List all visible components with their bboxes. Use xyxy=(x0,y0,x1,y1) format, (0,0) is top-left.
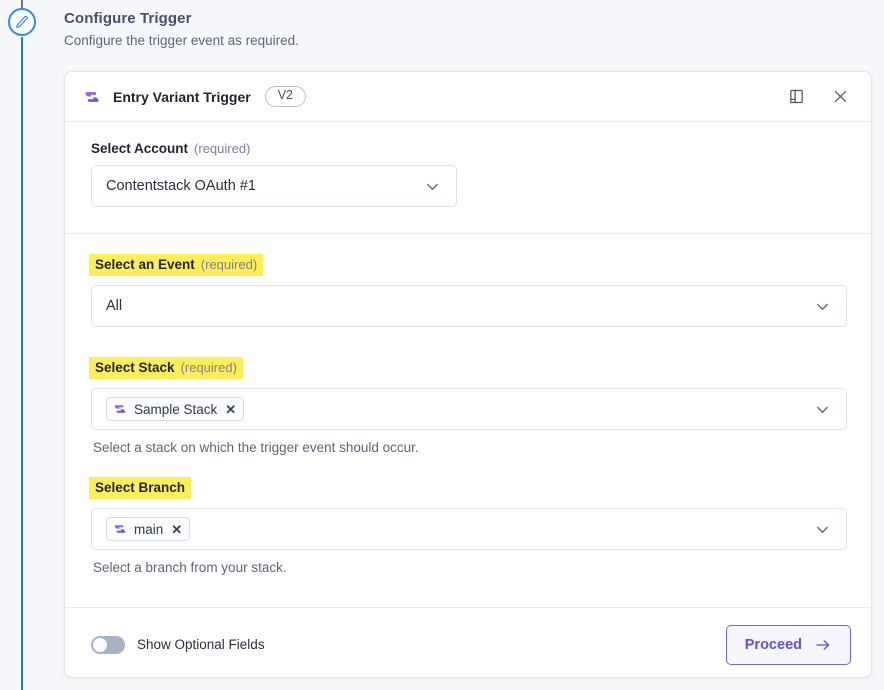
card-title: Entry Variant Trigger xyxy=(113,88,251,105)
timeline-step-node[interactable] xyxy=(8,8,36,36)
chevron-down-icon xyxy=(423,177,442,196)
select-account-value: Contentstack OAuth #1 xyxy=(106,178,256,194)
chevron-down-icon xyxy=(813,520,832,539)
contentstack-logo-icon xyxy=(114,405,126,413)
field-gap xyxy=(91,331,847,357)
select-stack-value: Sample Stack ✕ xyxy=(106,397,813,421)
select-event-field: Select an Event (required) All xyxy=(89,254,847,327)
trigger-config-card: Entry Variant Trigger V2 Select Account (… xyxy=(64,71,872,678)
page-heading-block: Configure Trigger Configure the trigger … xyxy=(64,10,299,48)
branch-chip-remove-icon[interactable]: ✕ xyxy=(171,523,182,536)
documentation-button[interactable] xyxy=(781,82,811,112)
contentstack-logo-icon xyxy=(114,525,126,533)
select-account-label: Select Account xyxy=(91,141,189,156)
branch-chip-label: main xyxy=(134,521,164,537)
select-event-label: Select an Event (required) xyxy=(89,254,264,276)
rail-line-below xyxy=(21,37,23,690)
page-title: Configure Trigger xyxy=(64,10,192,27)
page-subtitle: Configure the trigger event as required. xyxy=(64,33,299,48)
select-branch-value: main ✕ xyxy=(106,517,813,541)
branch-chip[interactable]: main ✕ xyxy=(106,517,191,541)
close-button[interactable] xyxy=(825,82,855,112)
contentstack-logo-icon xyxy=(85,91,99,102)
card-header: Entry Variant Trigger V2 xyxy=(65,72,871,122)
toggle-knob xyxy=(93,637,107,652)
select-account-dropdown[interactable]: Contentstack OAuth #1 xyxy=(91,165,457,207)
select-stack-label-text: Select Stack xyxy=(95,360,175,375)
select-event-dropdown[interactable]: All xyxy=(91,285,847,327)
select-stack-dropdown[interactable]: Sample Stack ✕ xyxy=(91,388,847,430)
show-optional-fields-toggle[interactable] xyxy=(91,635,125,654)
chevron-down-icon xyxy=(813,297,832,316)
card-footer: Show Optional Fields Proceed xyxy=(65,607,871,677)
select-stack-required-text: (required) xyxy=(180,360,237,375)
select-event-label-text: Select an Event xyxy=(95,257,195,272)
select-branch-label: Select Branch xyxy=(89,477,192,499)
show-optional-fields-label: Show Optional Fields xyxy=(137,637,265,652)
timeline-rail xyxy=(0,0,44,690)
select-stack-field: Select Stack (required) Sample Stack ✕ S… xyxy=(89,357,847,455)
book-icon xyxy=(789,89,803,104)
select-branch-helper-text: Select a branch from your stack. xyxy=(93,560,287,575)
select-event-value: All xyxy=(106,298,123,314)
pencil-icon xyxy=(16,15,28,28)
select-branch-field: Select Branch main ✕ Select a branch fro… xyxy=(89,477,847,575)
select-branch-dropdown[interactable]: main ✕ xyxy=(91,508,847,550)
proceed-button[interactable]: Proceed xyxy=(725,624,851,665)
select-branch-label-text: Select Branch xyxy=(95,480,186,495)
proceed-button-label: Proceed xyxy=(744,636,802,653)
select-account-section: Select Account (required) Contentstack OA… xyxy=(65,122,871,234)
select-account-field: Select Account (required) Contentstack OA… xyxy=(91,140,847,207)
select-stack-helper-text: Select a stack on which the trigger even… xyxy=(93,440,419,455)
select-account-required-text: (required) xyxy=(194,141,251,156)
stack-chip-remove-icon[interactable]: ✕ xyxy=(225,403,236,416)
stack-chip[interactable]: Sample Stack ✕ xyxy=(106,397,245,421)
arrow-right-icon xyxy=(814,636,832,654)
stack-chip-label: Sample Stack xyxy=(134,401,218,417)
select-stack-label: Select Stack (required) xyxy=(89,357,243,379)
chevron-down-icon xyxy=(813,400,832,419)
select-event-required-text: (required) xyxy=(200,257,258,272)
trigger-fields-section: Select an Event (required) All Select Sta… xyxy=(65,234,871,607)
version-badge: V2 xyxy=(264,86,307,107)
close-icon xyxy=(834,90,846,103)
